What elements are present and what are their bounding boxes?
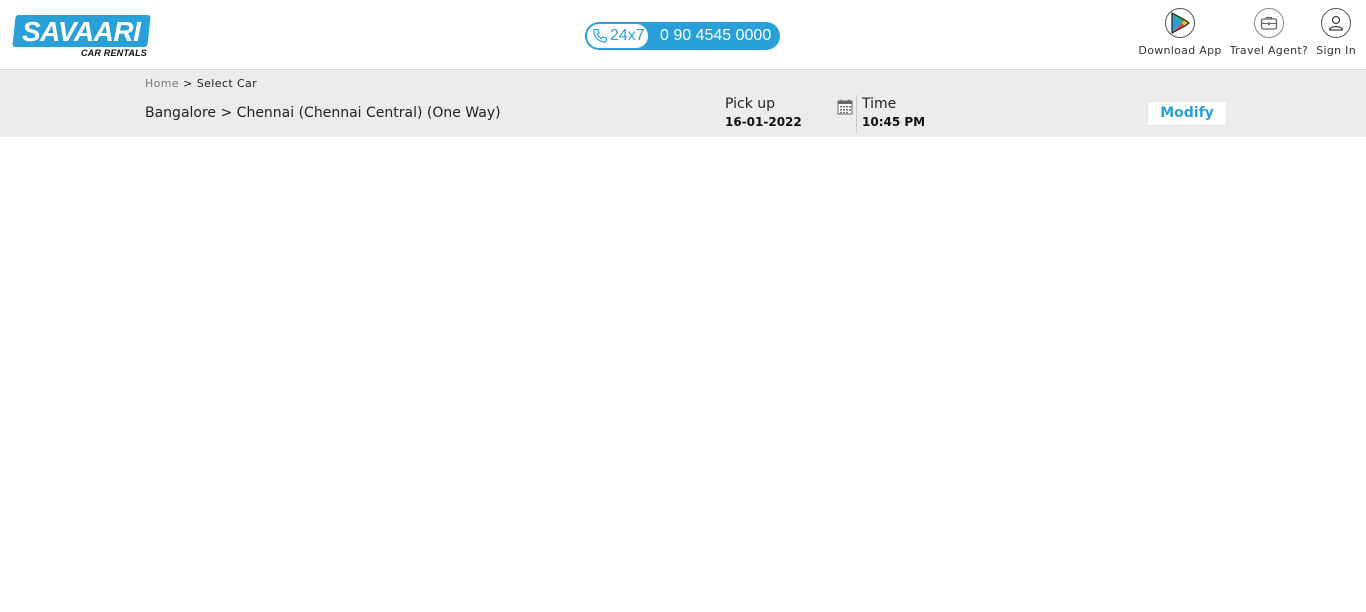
travel-agent-label: Travel Agent? [1229,44,1309,57]
time-value: 10:45 PM [862,115,926,129]
briefcase-icon [1253,8,1284,38]
helpline-pill[interactable]: 24x7 0 90 4545 0000 [585,22,780,50]
helpline-label: 24x7 [610,27,645,44]
header-actions: Download App Travel Agent? Sign In [1130,8,1356,57]
pickup-time-field: Time 10:45 PM [862,96,925,129]
calendar-icon [837,99,853,115]
phone-icon [593,28,607,43]
pickup-date-field: Pick up 16-01-2022 [725,96,802,129]
trip-route: Bangalore > Chennai (Chennai Central) (O… [145,105,501,121]
breadcrumb-home-link[interactable]: Home [145,77,179,90]
modify-button[interactable]: Modify [1147,101,1227,126]
breadcrumb-separator: > [183,77,193,90]
trip-summary-bar: Home > Select Car Bangalore > Chennai (Che… [0,70,1366,137]
user-icon [1321,8,1352,38]
helpline-24x7: 24x7 [586,23,649,49]
download-app-label: Download App [1138,44,1222,57]
helpline-number[interactable]: 0 90 4545 0000 [660,22,771,50]
pickup-date-value: 16-01-2022 [725,115,802,129]
download-app-button[interactable]: Download App [1138,8,1221,57]
time-label: Time [862,96,897,112]
breadcrumb: Home > Select Car [145,77,257,90]
sign-in-label: Sign In [1316,44,1356,57]
travel-agent-button[interactable]: Travel Agent? [1230,8,1309,57]
logo-title: SAVAARI [22,16,141,47]
breadcrumb-current: Select Car [196,77,258,90]
play-store-icon [1165,8,1196,38]
site-header: SAVAARI CAR RENTALS 24x7 0 90 4545 0000 … [0,0,1366,70]
savaari-logo[interactable]: SAVAARI CAR RENTALS [12,15,151,60]
pickup-label: Pick up [725,96,776,112]
logo-subtitle: CAR RENTALS [80,48,147,58]
field-divider [856,95,857,133]
sign-in-button[interactable]: Sign In [1316,8,1356,57]
